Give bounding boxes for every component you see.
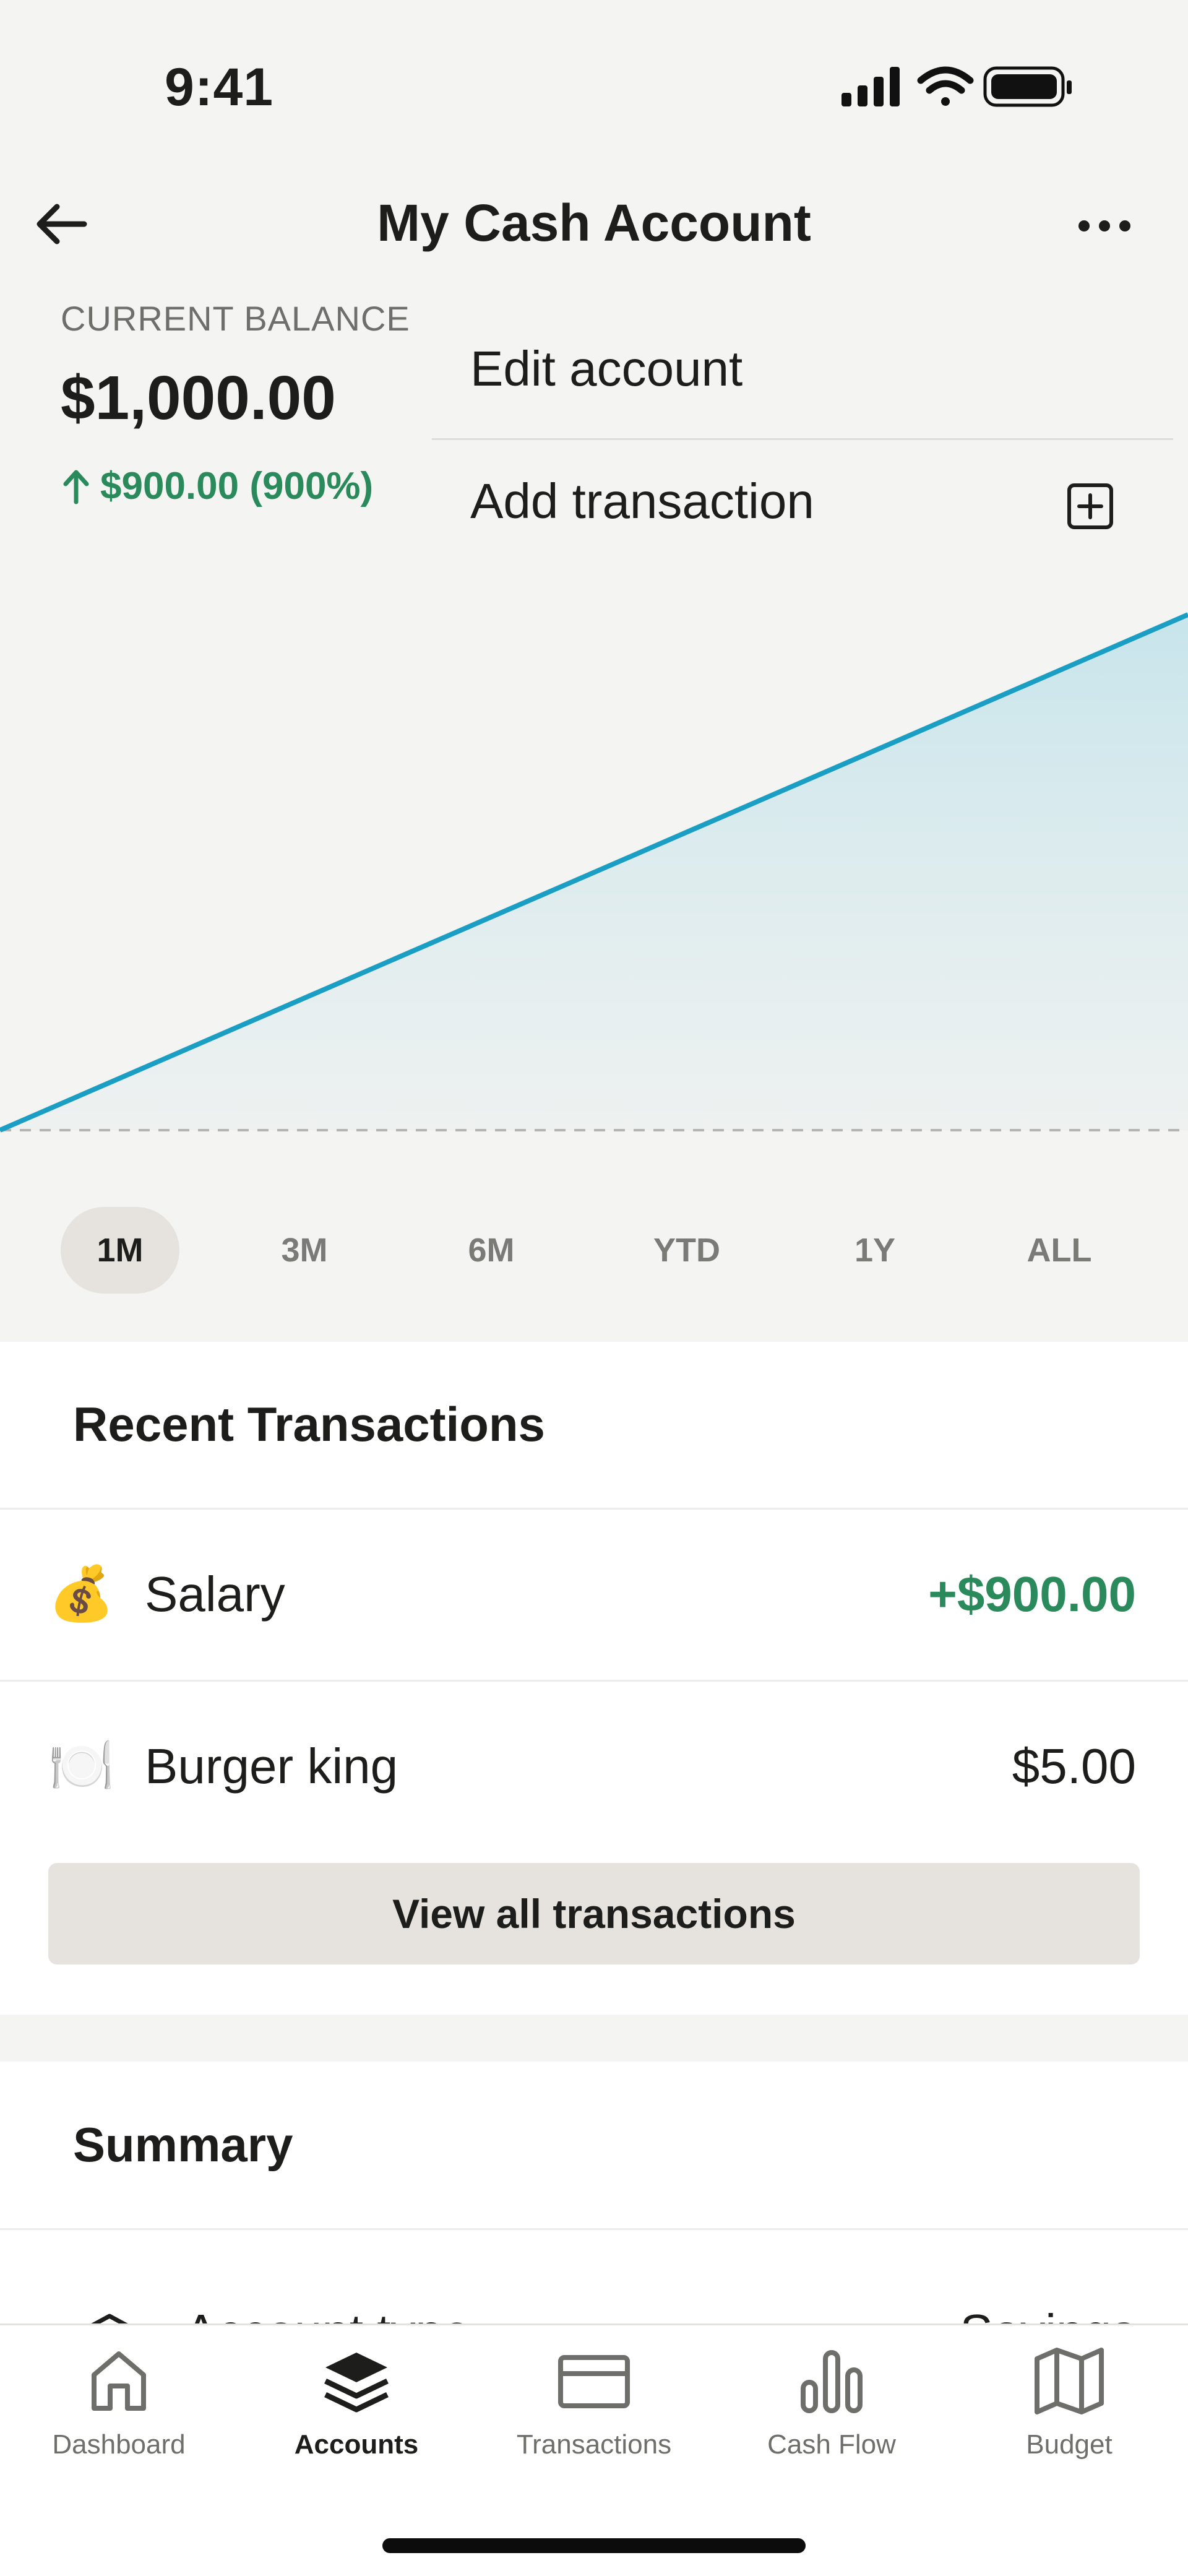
layers-icon — [324, 2353, 389, 2413]
status-icons — [842, 64, 1089, 111]
tab-accounts[interactable]: Accounts — [238, 2344, 475, 2505]
transaction-name: Salary — [145, 1567, 285, 1622]
home-icon — [92, 2351, 146, 2411]
range-1y[interactable]: 1Y — [813, 1207, 937, 1294]
signal-icon — [842, 67, 900, 106]
row-divider — [0, 1508, 1188, 1510]
range-3m[interactable]: 3M — [243, 1207, 366, 1294]
account-options-menu: Edit account Add transaction — [432, 309, 1188, 536]
tab-transactions[interactable]: Transactions — [475, 2344, 713, 2505]
tab-dashboard[interactable]: Dashboard — [0, 2344, 238, 2505]
section-separator — [0, 2015, 1188, 2062]
menu-item-add-transaction[interactable]: Add transaction — [470, 473, 814, 530]
page-title: My Cash Account — [377, 194, 811, 252]
status-time: 9:41 — [165, 58, 274, 117]
tab-budget[interactable]: Budget — [950, 2344, 1188, 2505]
card-icon — [558, 2355, 630, 2408]
range-all[interactable]: ALL — [997, 1207, 1121, 1294]
battery-icon — [983, 66, 1072, 107]
home-indicator — [382, 2538, 806, 2553]
transaction-name: Burger king — [145, 1739, 398, 1794]
balance-label: CURRENT BALANCE — [61, 299, 410, 338]
range-6m[interactable]: 6M — [429, 1207, 553, 1294]
map-icon — [1035, 2348, 1104, 2414]
tab-bar: Dashboard Accounts Transactions Cash Flo… — [0, 2323, 1188, 2576]
transaction-row[interactable]: 💰 Salary +$900.00 — [0, 1510, 1188, 1677]
summary-row-account-type[interactable]: Account type Savings — [0, 2253, 1188, 2327]
view-all-transactions-button[interactable]: View all transactions — [48, 1863, 1140, 1964]
bar-chart-icon — [801, 2350, 863, 2413]
balance-value: $1,000.00 — [61, 363, 336, 433]
recent-transactions-title: Recent Transactions — [73, 1397, 545, 1451]
tab-label: Budget — [1026, 2429, 1113, 2460]
tab-cash-flow[interactable]: Cash Flow — [713, 2344, 950, 2505]
time-range-selector: 1M 3M 6M YTD 1Y ALL — [0, 1207, 1188, 1294]
row-divider — [0, 2228, 1188, 2230]
plate-cutlery-icon: 🍽️ — [48, 1736, 115, 1796]
menu-divider — [432, 438, 1173, 440]
menu-item-edit-account[interactable]: Edit account — [470, 340, 742, 397]
money-bag-icon: 💰 — [48, 1564, 115, 1623]
transaction-amount: $5.00 — [1012, 1739, 1136, 1794]
tab-label: Cash Flow — [767, 2429, 896, 2460]
plus-square-icon[interactable] — [1065, 482, 1115, 531]
tab-label: Accounts — [294, 2429, 419, 2460]
range-ytd[interactable]: YTD — [625, 1207, 749, 1294]
tab-label: Transactions — [516, 2429, 672, 2460]
wifi-icon — [917, 66, 974, 106]
tab-label: Dashboard — [52, 2429, 186, 2460]
transaction-row[interactable]: 🍽️ Burger king $5.00 — [0, 1682, 1188, 1849]
transaction-amount: +$900.00 — [928, 1567, 1136, 1622]
balance-chart — [0, 612, 1188, 1133]
range-1m[interactable]: 1M — [61, 1207, 179, 1294]
balance-change: $900.00 (900%) — [61, 464, 373, 508]
ellipsis-icon — [1078, 220, 1130, 231]
balance-change-value: $900.00 (900%) — [100, 465, 374, 508]
arrow-up-icon — [63, 470, 89, 504]
more-options-button[interactable] — [1074, 210, 1135, 241]
row-divider — [0, 1680, 1188, 1682]
summary-title: Summary — [73, 2117, 293, 2172]
